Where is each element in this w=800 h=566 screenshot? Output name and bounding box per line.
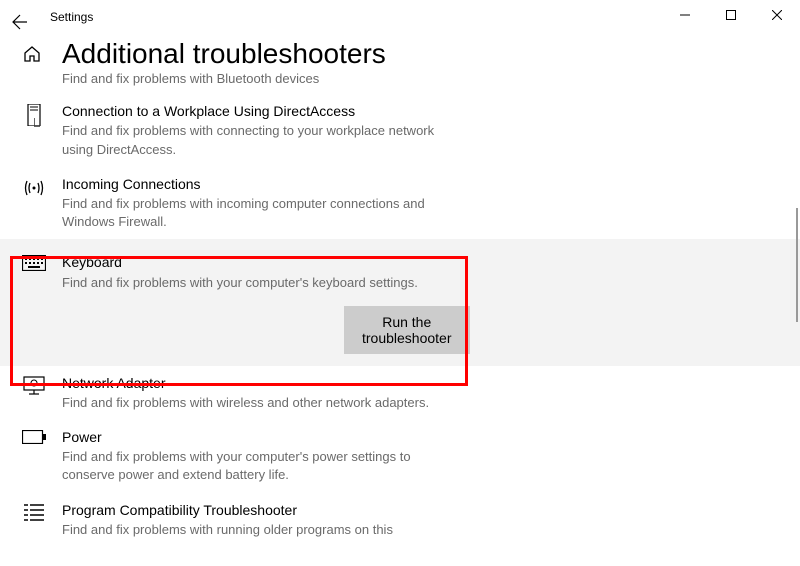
troubleshooter-desc: Find and fix problems with running older… — [62, 521, 462, 539]
window-controls — [662, 0, 800, 30]
troubleshooter-desc: Find and fix problems with your computer… — [62, 274, 462, 292]
list-icon — [22, 503, 46, 527]
monitor-icon — [22, 376, 46, 400]
troubleshooter-title: Keyboard — [62, 253, 462, 271]
home-icon[interactable] — [22, 44, 42, 64]
page-header: Additional troubleshooters — [0, 32, 800, 70]
troubleshooter-title: Power — [62, 428, 462, 446]
troubleshooter-desc: Find and fix problems with Bluetooth dev… — [62, 70, 319, 88]
troubleshooter-title: Incoming Connections — [62, 175, 462, 193]
run-troubleshooter-button[interactable]: Run the troubleshooter — [344, 306, 470, 354]
troubleshooter-desc: Find and fix problems with connecting to… — [62, 122, 462, 158]
window-title: Settings — [50, 10, 93, 24]
troubleshooter-desc: Find and fix problems with incoming comp… — [62, 195, 462, 231]
spinner-icon — [34, 118, 44, 128]
troubleshooter-item-incoming[interactable]: Incoming Connections Find and fix proble… — [0, 167, 800, 240]
titlebar: Settings — [0, 0, 800, 32]
antenna-icon — [22, 177, 46, 201]
troubleshooter-item-compat[interactable]: Program Compatibility Troubleshooter Fin… — [0, 493, 800, 539]
troubleshooter-item-bluetooth-partial[interactable]: Find and fix problems with Bluetooth dev… — [0, 70, 800, 94]
troubleshooter-title: Connection to a Workplace Using DirectAc… — [62, 102, 462, 120]
troubleshooter-desc: Find and fix problems with your computer… — [62, 448, 462, 484]
troubleshooter-item-directaccess[interactable]: Connection to a Workplace Using DirectAc… — [0, 94, 800, 167]
keyboard-icon — [22, 255, 46, 279]
troubleshooter-item-power[interactable]: Power Find and fix problems with your co… — [0, 420, 800, 493]
troubleshooter-item-network-adapter[interactable]: Network Adapter Find and fix problems wi… — [0, 366, 800, 420]
troubleshooter-title: Network Adapter — [62, 374, 462, 392]
close-button[interactable] — [754, 0, 800, 30]
troubleshooter-item-keyboard[interactable]: Keyboard Find and fix problems with your… — [0, 239, 800, 365]
scrollbar[interactable] — [796, 208, 798, 322]
troubleshooter-list: Find and fix problems with Bluetooth dev… — [0, 70, 800, 539]
troubleshooter-desc: Find and fix problems with wireless and … — [62, 394, 462, 412]
maximize-button[interactable] — [708, 0, 754, 30]
minimize-button[interactable] — [662, 0, 708, 30]
page-title: Additional troubleshooters — [62, 38, 386, 70]
battery-icon — [22, 430, 46, 454]
content-area: Additional troubleshooters Find and fix … — [0, 32, 800, 566]
troubleshooter-title: Program Compatibility Troubleshooter — [62, 501, 462, 519]
